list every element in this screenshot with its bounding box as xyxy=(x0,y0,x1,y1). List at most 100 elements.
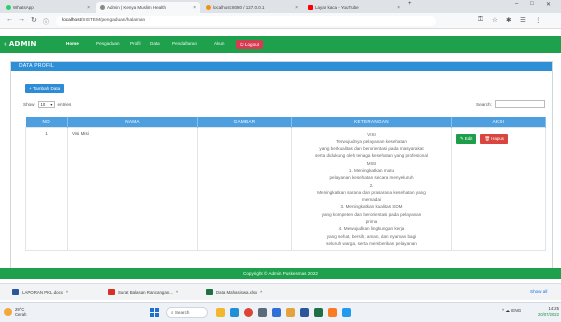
excel-file-icon xyxy=(206,289,213,295)
nav-data[interactable]: Data xyxy=(150,41,160,46)
keterangan-line: yang berkualitas dan berorientasi pada m… xyxy=(319,146,424,152)
keterangan-line: serta didukung oleh tenaga kesehatan yan… xyxy=(315,153,428,159)
xampp-icon[interactable] xyxy=(328,308,337,317)
weather-widget[interactable]: 29°C Cerah xyxy=(4,307,26,317)
minimize-button[interactable]: – xyxy=(515,1,518,7)
cell-no: 1 xyxy=(25,126,68,252)
close-tab-icon[interactable]: × xyxy=(295,5,298,11)
edge-browser-icon[interactable] xyxy=(230,308,239,317)
windows-start-icon[interactable] xyxy=(150,308,159,317)
key-icon[interactable]: ⚿ xyxy=(478,16,483,24)
column-header-gambar[interactable]: GAMBAR xyxy=(197,117,292,127)
column-header-keterangan[interactable]: KETERANGAN xyxy=(291,117,452,127)
browser-tab-youtube[interactable]: Layar kaca - YouTube × xyxy=(304,2,404,13)
delete-button[interactable]: 🗑 Hapus xyxy=(480,133,508,144)
url-path: /SISTEM/pengaduan/halaman xyxy=(80,18,146,23)
maximize-button[interactable]: □ xyxy=(530,1,534,7)
nav-home[interactable]: Home xyxy=(66,41,79,46)
vscode-icon[interactable] xyxy=(342,308,351,317)
tab-label: localhost:8080 / 127.0.0.1 xyxy=(213,5,265,10)
whatsapp-icon xyxy=(6,5,11,10)
profil-table: NO NAMA GAMBAR KETERANGAN AKSI 1 Visi Mi… xyxy=(25,117,546,252)
browser-tab-strip: WhatsApp × Admin | Kenya Muslim Health ×… xyxy=(0,0,561,13)
excel-icon[interactable] xyxy=(314,308,323,317)
nav-profil[interactable]: Profil xyxy=(130,41,140,46)
clock-date: 20/07/2022 xyxy=(538,312,559,317)
show-all-downloads-link[interactable]: Show all xyxy=(530,289,547,294)
pdf-file-icon xyxy=(108,289,115,295)
keterangan-line: memadai xyxy=(362,197,381,203)
chevron-up-icon[interactable]: ^ xyxy=(260,290,262,295)
download-item[interactable]: Surat Balasan Rancangan... ^ xyxy=(108,289,178,295)
close-window-button[interactable]: ✕ xyxy=(546,1,551,8)
search-label: Search: xyxy=(476,102,492,107)
downloads-bar: LAPORAN PKL.docx ^ Surat Balasan Rancang… xyxy=(0,283,561,300)
column-header-no[interactable]: NO xyxy=(25,117,68,127)
keterangan-line: MISI xyxy=(366,160,377,166)
word-file-icon xyxy=(12,289,19,295)
table-row: 1 Visi Misi VISI Terwujudnya pelayanan k… xyxy=(25,126,546,252)
download-item[interactable]: Data Mahasiswa.xlsx ^ xyxy=(206,289,262,295)
entries-label: entries xyxy=(57,102,72,107)
menu-icon[interactable]: ⋮ xyxy=(535,16,542,24)
windows-taskbar: 29°C Cerah ⌕ Search ^ ☁ ENG 14:25 20/07/2… xyxy=(0,302,561,322)
browser-tab-localhost[interactable]: localhost:8080 / 127.0.0.1 × xyxy=(202,2,302,13)
file-explorer-icon[interactable] xyxy=(216,308,225,317)
chevron-up-icon[interactable]: ^ xyxy=(176,290,178,295)
chrome-browser-icon[interactable] xyxy=(244,308,253,317)
entries-select[interactable]: 10 ▾ xyxy=(37,101,55,108)
star-icon[interactable]: ☆ xyxy=(492,16,498,24)
keterangan-line: prima xyxy=(365,219,378,225)
browser-tab-whatsapp[interactable]: WhatsApp × xyxy=(2,2,94,13)
column-header-nama[interactable]: NAMA xyxy=(67,117,198,127)
close-tab-icon[interactable]: × xyxy=(397,5,400,11)
browser-tab-admin[interactable]: Admin | Kenya Muslim Health × xyxy=(96,2,200,13)
site-info-icon[interactable]: ⓘ xyxy=(43,17,49,26)
mail-icon[interactable] xyxy=(286,308,295,317)
phpmyadmin-icon xyxy=(206,5,211,10)
show-label: Show xyxy=(23,102,35,107)
new-tab-button[interactable]: + xyxy=(408,1,412,7)
download-item[interactable]: LAPORAN PKL.docx ^ xyxy=(12,289,68,295)
youtube-icon xyxy=(308,5,313,10)
keterangan-line: 1. Meningkatkan mutu xyxy=(348,167,395,173)
panel-title: DATA PROFIL xyxy=(11,62,552,71)
extension-icon[interactable]: ✱ xyxy=(506,16,511,24)
close-tab-icon[interactable]: × xyxy=(87,5,90,11)
keterangan-line: 4. Mewujudkan lingkungan kerja xyxy=(338,226,405,232)
nav-pengaduan[interactable]: Pengaduan xyxy=(96,41,120,46)
taskbar-clock[interactable]: 14:25 20/07/2022 xyxy=(538,306,559,318)
cell-aksi: ✎ Edit 🗑 Hapus xyxy=(451,126,546,252)
add-data-button[interactable]: + Tambah Data xyxy=(25,84,65,93)
keterangan-line: yang kompeten dan berorientasi pada pela… xyxy=(321,211,422,217)
search-input[interactable] xyxy=(495,100,545,108)
chevron-down-icon: ▾ xyxy=(50,102,53,107)
clock-time: 14:25 xyxy=(548,306,559,311)
address-bar[interactable]: localhost/SISTEM/pengaduan/halaman xyxy=(56,16,436,26)
store-icon[interactable] xyxy=(272,308,281,317)
edit-button[interactable]: ✎ Edit xyxy=(456,133,477,144)
reload-icon[interactable]: ↻ xyxy=(31,16,37,24)
page-footer: Copyright © Admin Puskesmas 2022 xyxy=(0,268,561,279)
column-header-aksi[interactable]: AKSI xyxy=(451,117,546,127)
logout-button[interactable]: ⏻ Logout xyxy=(236,39,263,49)
keterangan-line: seluruh warga, serta memberikan pelayana… xyxy=(326,240,417,246)
taskbar-search[interactable]: ⌕ Search xyxy=(166,307,208,318)
word-icon[interactable] xyxy=(300,308,309,317)
cell-gambar xyxy=(197,126,292,252)
back-arrow-icon[interactable]: ← xyxy=(6,16,13,23)
weather-desc: Cerah xyxy=(15,312,27,317)
forward-arrow-icon[interactable]: → xyxy=(18,16,25,23)
keterangan-line: pelayanan kesehatan secara menyeluruh xyxy=(329,175,414,181)
profile-icon[interactable]: ☰ xyxy=(520,16,526,24)
cell-nama: Visi Misi xyxy=(67,126,198,252)
show-entries-control: Show 10 ▾ entries xyxy=(23,101,71,108)
nav-akun[interactable]: Akun xyxy=(214,41,224,46)
nav-pendaftaran[interactable]: Pendaftaran xyxy=(172,41,197,46)
cell-keterangan: VISI Terwujudnya pelayanan kesehatan yan… xyxy=(291,126,452,252)
close-tab-icon[interactable]: × xyxy=(193,5,196,11)
brand-logo[interactable]: ⚕ ADMIN xyxy=(4,40,37,48)
settings-icon[interactable] xyxy=(258,308,267,317)
chevron-up-icon[interactable]: ^ xyxy=(66,290,68,295)
system-tray[interactable]: ^ ☁ ENG xyxy=(502,308,521,314)
